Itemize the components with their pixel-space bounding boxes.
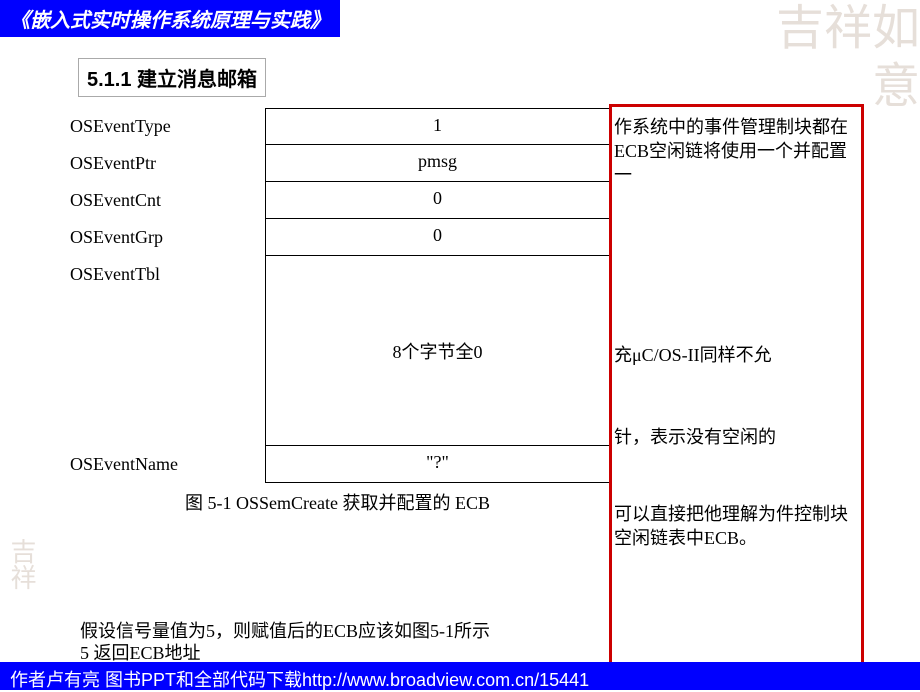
watermark-top-right: 吉祥如意 [740,0,920,130]
field-value: 8个字节全0 [265,256,610,446]
highlight-box [609,104,864,674]
field-label: OSEventType [65,108,265,145]
field-label: OSEventTbl [65,256,265,446]
slide-footer: 作者卢有亮 图书PPT和全部代码下载http://www.broadview.c… [0,662,920,690]
watermark-bottom-left: 吉祥 [15,538,40,590]
diagram-caption: 图 5-1 OSSemCreate 获取并配置的 ECB [65,483,610,515]
diagram-row: OSEventGrp 0 [65,219,610,256]
field-label: OSEventPtr [65,145,265,182]
diagram-row: OSEventName "?" [65,446,610,483]
bottom-text: 假设信号量值为5，则赋值后的ECB应该如图5-1所示 5 返回ECB地址 [80,620,490,664]
side-paragraph-2: 充μC/OS-II同样不允 [614,343,849,367]
field-label: OSEventCnt [65,182,265,219]
side-paragraph-3: 针，表示没有空闲的 [614,425,854,449]
footer-text: 作者卢有亮 图书PPT和全部代码下载http://www.broadview.c… [10,670,589,690]
field-label: OSEventName [65,446,265,483]
field-value: 0 [265,182,610,219]
header-title: 《嵌入式实时操作系统原理与实践》 [10,10,330,32]
field-value: 0 [265,219,610,256]
field-value: 1 [265,108,610,145]
diagram-row: OSEventType 1 [65,108,610,145]
section-title: 5.1.1 建立消息邮箱 [78,58,266,97]
side-paragraph-4: 可以直接把他理解为件控制块空闲链表中ECB。 [614,502,854,550]
slide-header: 《嵌入式实时操作系统原理与实践》 [0,0,340,37]
bottom-line-1: 假设信号量值为5，则赋值后的ECB应该如图5-1所示 [80,620,490,642]
field-label: OSEventGrp [65,219,265,256]
diagram-row: OSEventTbl 8个字节全0 [65,256,610,446]
field-value: "?" [265,446,610,483]
bottom-line-2: 5 返回ECB地址 [80,642,490,664]
ecb-diagram: OSEventType 1 OSEventPtr pmsg OSEventCnt… [65,108,610,515]
field-value: pmsg [265,145,610,182]
side-paragraph-1: 作系统中的事件管理制块都在ECB空闲链将使用一个并配置一 [614,115,849,187]
diagram-row: OSEventPtr pmsg [65,145,610,182]
diagram-row: OSEventCnt 0 [65,182,610,219]
